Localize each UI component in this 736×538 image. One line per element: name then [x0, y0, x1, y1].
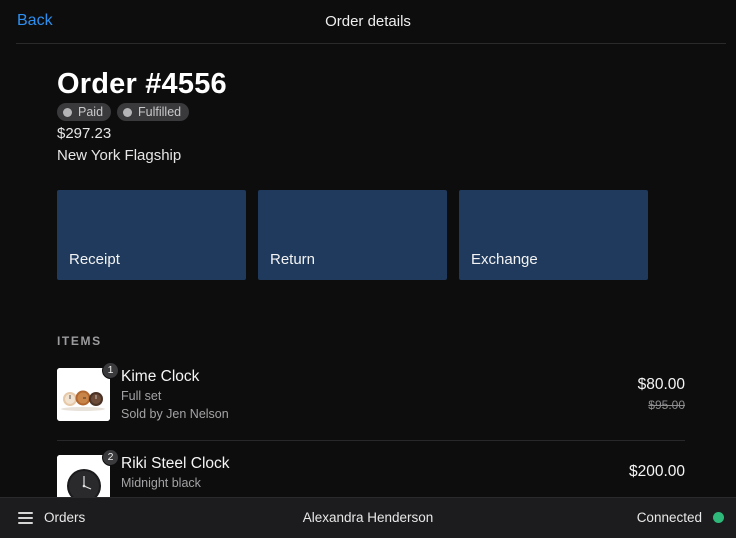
- item-original-price: $95.00: [648, 398, 685, 412]
- receipt-button-label: Receipt: [69, 251, 120, 268]
- status-badge-paid: Paid: [57, 103, 112, 121]
- nav-divider: [16, 43, 726, 44]
- order-details-screen: Back Order details Order #4556 Paid Fulf…: [0, 0, 736, 538]
- badge-label: Paid: [78, 105, 104, 119]
- quantity-badge: 1: [102, 362, 119, 379]
- status-dot-icon: [123, 107, 133, 117]
- return-button[interactable]: Return: [258, 190, 447, 280]
- item-price: $80.00: [637, 376, 685, 393]
- item-name: Kime Clock: [121, 368, 200, 385]
- quantity-badge: 2: [102, 449, 119, 466]
- exchange-button-label: Exchange: [471, 251, 538, 268]
- connection-status: Connected: [636, 510, 702, 525]
- clock-set-icon: [57, 368, 110, 421]
- badge-label: Fulfilled: [138, 105, 182, 119]
- item-variant: Midnight black: [121, 476, 201, 490]
- return-button-label: Return: [270, 251, 316, 268]
- item-divider: [57, 440, 685, 441]
- list-item[interactable]: 1 Kime Clock Full set Sold by Jen Nelson…: [57, 362, 685, 438]
- navigation-bar: Back Order details: [0, 0, 736, 44]
- order-location: New York Flagship: [57, 147, 182, 164]
- order-total: $297.23: [57, 125, 112, 142]
- items-section-heading: ITEMS: [57, 334, 102, 348]
- page-title: Order details: [325, 13, 411, 30]
- user-name: Alexandra Henderson: [302, 510, 434, 525]
- receipt-button[interactable]: Receipt: [57, 190, 246, 280]
- item-variant: Full set: [121, 389, 162, 403]
- bottom-bar: Orders Alexandra Henderson Connected: [0, 497, 736, 538]
- exchange-button[interactable]: Exchange: [459, 190, 648, 280]
- item-price: $200.00: [628, 463, 685, 480]
- order-title: Order #4556: [57, 68, 227, 100]
- connection-status-icon: [713, 512, 724, 523]
- item-seller: Sold by Jen Nelson: [121, 407, 229, 421]
- status-badges: Paid Fulfilled: [57, 103, 190, 121]
- status-dot-icon: [63, 107, 72, 117]
- wood-clocks-image: 1: [57, 362, 119, 421]
- status-badge-fulfilled: Fulfilled: [117, 103, 190, 121]
- order-actions: Receipt Return Exchange: [57, 190, 648, 280]
- item-name: Riki Steel Clock: [121, 455, 230, 472]
